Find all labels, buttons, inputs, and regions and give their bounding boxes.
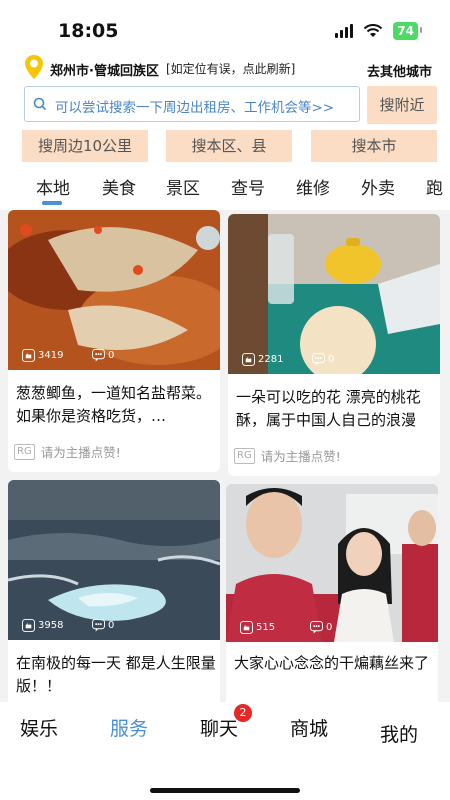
active-tab-indicator <box>42 201 62 205</box>
bottom-nav: 娱乐 服务 聊天 2 商城 我的 <box>0 702 450 800</box>
comment-icon <box>92 349 105 362</box>
search-input[interactable]: 可以尝试搜索一下周边出租房、工作机会等>> <box>24 86 360 122</box>
wifi-icon <box>364 24 383 37</box>
video-thumbnail[interactable]: 3958 0 <box>8 480 220 640</box>
chip-city[interactable]: 搜本市 <box>311 130 437 162</box>
card-title[interactable]: 葱葱鲫鱼，一道知名盐帮菜。如果你是资格吃货，… <box>16 382 216 428</box>
like-count: 2281 <box>242 353 283 366</box>
nav-entertainment[interactable]: 娱乐 <box>20 714 58 741</box>
battery-icon: 74 <box>393 22 422 40</box>
nav-chat[interactable]: 聊天 <box>200 714 238 741</box>
category-tabs: 本地 美食 景区 查号 维修 外卖 跑 <box>0 168 450 210</box>
search-row: 可以尝试搜索一下周边出租房、工作机会等>> 搜附近 <box>0 84 450 128</box>
tab-errand[interactable]: 跑 <box>426 174 443 199</box>
like-count: 515 <box>240 621 275 634</box>
thumbs-up-icon <box>240 621 253 634</box>
like-count: 3419 <box>22 349 63 362</box>
current-city: 郑州市·管城回族区 <box>50 64 159 79</box>
video-thumbnail[interactable]: 515 0 <box>226 484 438 642</box>
feed-card[interactable]: 3419 0 葱葱鲫鱼，一道知名盐帮菜。如果你是资格吃货，… RG 请为主播点赞… <box>8 210 220 472</box>
search-icon <box>33 97 47 111</box>
comment-count: 0 <box>92 619 114 632</box>
search-nearby-button[interactable]: 搜附近 <box>367 86 437 124</box>
like-prompt: 请为主播点赞! <box>260 449 341 464</box>
tab-food[interactable]: 美食 <box>102 174 136 199</box>
tab-repair[interactable]: 维修 <box>296 174 330 199</box>
cellular-signal-icon <box>335 24 354 38</box>
thumbs-up-icon <box>22 619 35 632</box>
video-thumbnail[interactable]: 3419 0 <box>8 210 220 370</box>
status-bar: 18:05 74 <box>0 0 450 50</box>
comment-icon <box>312 353 325 366</box>
chip-district[interactable]: 搜本区、县 <box>166 130 292 162</box>
feed-card[interactable]: 3958 0 在南极的每一天 都是人生限量版！！ <box>8 480 220 702</box>
status-time: 18:05 <box>58 20 119 42</box>
video-feed: 3419 0 葱葱鲫鱼，一道知名盐帮菜。如果你是资格吃货，… RG 请为主播点赞… <box>0 210 450 702</box>
chip-nearby-10km[interactable]: 搜周边10公里 <box>22 130 148 162</box>
status-icons: 74 <box>335 22 422 40</box>
card-title[interactable]: 一朵可以吃的花 漂亮的桃花酥，属于中国人自己的浪漫 <box>236 386 436 432</box>
nav-services[interactable]: 服务 <box>110 714 148 741</box>
comment-count: 0 <box>312 353 334 366</box>
comment-count: 0 <box>310 621 332 634</box>
home-indicator[interactable] <box>150 788 300 793</box>
thumbs-up-icon <box>22 349 35 362</box>
tab-takeout[interactable]: 外卖 <box>361 174 395 199</box>
like-prompt-row[interactable]: RG 请为主播点赞! <box>234 446 341 465</box>
tab-local[interactable]: 本地 <box>36 174 70 199</box>
nav-mall[interactable]: 商城 <box>290 714 328 741</box>
rg-badge: RG <box>234 447 255 464</box>
video-thumbnail[interactable]: 2281 0 <box>228 214 440 374</box>
chat-unread-badge: 2 <box>234 704 252 722</box>
filter-chip-row: 搜周边10公里 搜本区、县 搜本市 <box>0 128 450 168</box>
feed-card[interactable]: 515 0 大家心心念念的干煸藕丝来了 <box>226 484 438 702</box>
like-prompt: 请为主播点赞! <box>40 445 121 460</box>
like-prompt-row[interactable]: RG 请为主播点赞! <box>14 442 121 461</box>
refresh-location-link[interactable]: [如定位有误，点此刷新] <box>166 60 295 77</box>
location-pin-icon <box>25 55 43 79</box>
comment-count: 0 <box>92 349 114 362</box>
nav-profile[interactable]: 我的 <box>380 720 418 747</box>
like-count: 3958 <box>22 619 63 632</box>
tab-phone-lookup[interactable]: 查号 <box>231 174 265 199</box>
comment-icon <box>310 621 323 634</box>
rg-badge: RG <box>14 443 35 460</box>
feed-card[interactable]: 2281 0 一朵可以吃的花 漂亮的桃花酥，属于中国人自己的浪漫 RG 请为主播… <box>228 214 440 476</box>
tab-scenic[interactable]: 景区 <box>166 174 200 199</box>
other-city-link[interactable]: 去其他城市 <box>367 61 432 80</box>
card-title[interactable]: 大家心心念念的干煸藕丝来了 <box>234 652 434 698</box>
card-title[interactable]: 在南极的每一天 都是人生限量版！！ <box>16 652 216 698</box>
comment-icon <box>92 619 105 632</box>
thumbs-up-icon <box>242 353 255 366</box>
search-placeholder: 可以尝试搜索一下周边出租房、工作机会等>> <box>55 100 335 116</box>
location-bar: 郑州市·管城回族区 [如定位有误，点此刷新] 去其他城市 <box>0 50 450 84</box>
